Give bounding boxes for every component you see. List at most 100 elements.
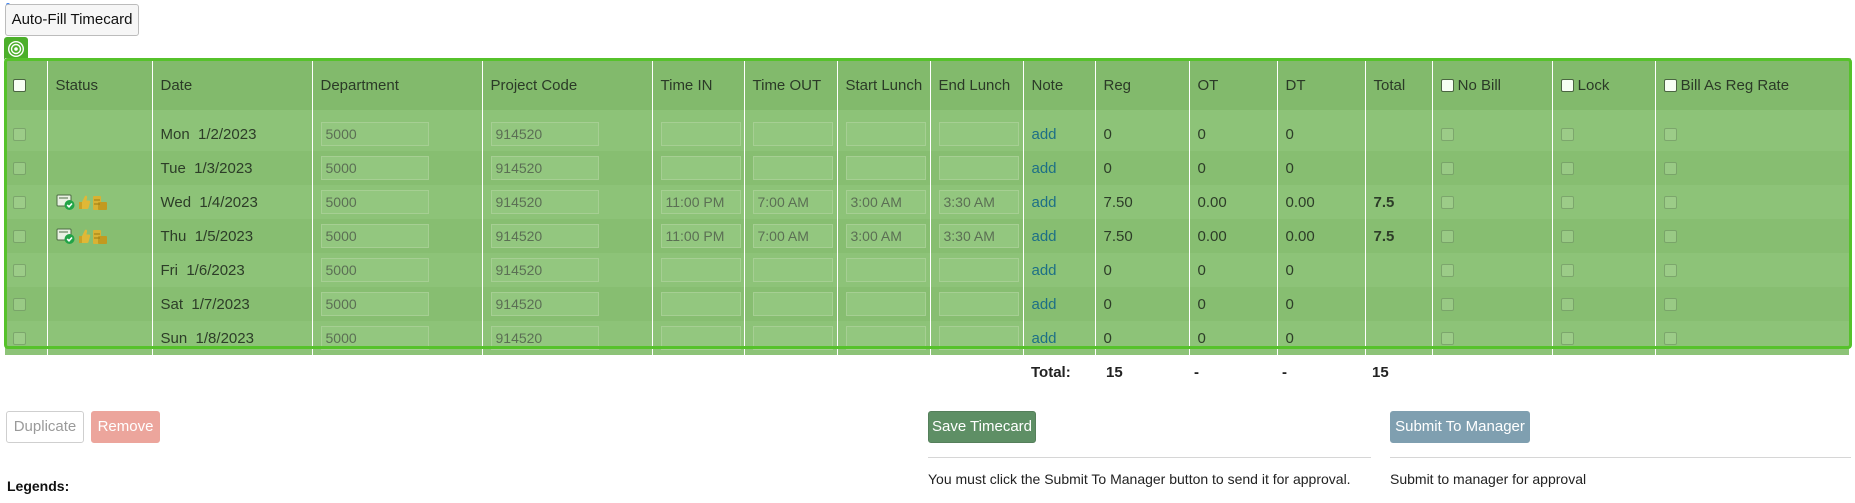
time-out-input[interactable] bbox=[752, 292, 833, 316]
time-in-input[interactable] bbox=[660, 326, 741, 350]
time-out-input[interactable] bbox=[752, 326, 833, 350]
dt-cell: 0 bbox=[1277, 151, 1366, 185]
dt-cell: 0 bbox=[1277, 321, 1366, 355]
end-lunch-input[interactable] bbox=[938, 292, 1019, 316]
bill-as-reg-all-checkbox[interactable] bbox=[1663, 79, 1677, 93]
time-out-input[interactable]: 7:00 AM bbox=[752, 224, 833, 248]
project-code-input[interactable]: 914520 bbox=[490, 292, 599, 316]
save-timecard-button[interactable]: Save Timecard bbox=[928, 411, 1036, 443]
project-code-input[interactable]: 914520 bbox=[490, 224, 599, 248]
row-checkbox[interactable] bbox=[13, 298, 26, 312]
submit-to-manager-button[interactable]: Submit To Manager bbox=[1390, 411, 1530, 443]
lock-checkbox[interactable] bbox=[1560, 196, 1574, 210]
add-note-link[interactable]: add bbox=[1032, 126, 1057, 143]
start-lunch-input[interactable] bbox=[845, 122, 926, 146]
department-input[interactable]: 5000 bbox=[320, 224, 429, 248]
end-lunch-input[interactable] bbox=[938, 326, 1019, 350]
time-in-input[interactable] bbox=[660, 292, 741, 316]
add-note-link[interactable]: add bbox=[1032, 330, 1057, 347]
lock-checkbox[interactable] bbox=[1560, 230, 1574, 244]
dt-cell: 0 bbox=[1277, 253, 1366, 287]
bill-as-reg-checkbox[interactable] bbox=[1663, 264, 1677, 278]
no-bill-checkbox[interactable] bbox=[1440, 298, 1454, 312]
row-checkbox[interactable] bbox=[13, 196, 26, 210]
start-lunch-input[interactable]: 3:00 AM bbox=[845, 190, 926, 214]
project-code-input[interactable]: 914520 bbox=[490, 190, 599, 214]
department-input[interactable]: 5000 bbox=[320, 292, 429, 316]
lock-checkbox[interactable] bbox=[1560, 298, 1574, 312]
lock-checkbox[interactable] bbox=[1560, 162, 1574, 176]
row-checkbox[interactable] bbox=[13, 332, 26, 346]
table-row: Tue 1/3/2023 5000 914520 add 0 0 0 bbox=[5, 151, 1850, 185]
bill-as-reg-checkbox[interactable] bbox=[1663, 298, 1677, 312]
add-note-link[interactable]: add bbox=[1032, 228, 1057, 245]
add-note-link[interactable]: add bbox=[1032, 194, 1057, 211]
timecard-approved-icon bbox=[56, 228, 74, 245]
project-code-input[interactable]: 914520 bbox=[490, 122, 599, 146]
lock-all-checkbox[interactable] bbox=[1560, 79, 1574, 93]
remove-button[interactable]: Remove bbox=[91, 411, 160, 443]
row-checkbox[interactable] bbox=[13, 128, 26, 142]
time-in-input[interactable]: 11:00 PM bbox=[660, 224, 741, 248]
total-reg: 15 bbox=[1106, 364, 1123, 381]
time-in-input[interactable] bbox=[660, 122, 741, 146]
time-out-input[interactable] bbox=[752, 156, 833, 180]
row-checkbox[interactable] bbox=[13, 264, 26, 278]
end-lunch-input[interactable] bbox=[938, 156, 1019, 180]
bill-as-reg-checkbox[interactable] bbox=[1663, 196, 1677, 210]
no-bill-checkbox[interactable] bbox=[1440, 264, 1454, 278]
status-cell bbox=[47, 287, 153, 321]
no-bill-checkbox[interactable] bbox=[1440, 230, 1454, 244]
project-code-input[interactable]: 914520 bbox=[490, 258, 599, 282]
time-in-input[interactable]: 11:00 PM bbox=[660, 190, 741, 214]
start-lunch-input[interactable] bbox=[845, 326, 926, 350]
time-out-input[interactable]: 7:00 AM bbox=[752, 190, 833, 214]
auto-fill-timecard-button[interactable]: Auto-Fill Timecard bbox=[5, 4, 139, 36]
lock-checkbox[interactable] bbox=[1560, 128, 1574, 142]
select-all-checkbox[interactable] bbox=[13, 79, 26, 93]
date-cell: Mon 1/2/2023 bbox=[152, 110, 313, 151]
bill-as-reg-checkbox[interactable] bbox=[1663, 230, 1677, 244]
row-checkbox[interactable] bbox=[13, 162, 26, 176]
start-lunch-input[interactable] bbox=[845, 156, 926, 180]
time-out-input[interactable] bbox=[752, 122, 833, 146]
total-dt: - bbox=[1282, 364, 1287, 381]
bill-as-reg-checkbox[interactable] bbox=[1663, 332, 1677, 346]
ot-cell: 0 bbox=[1189, 110, 1278, 151]
status-cell bbox=[47, 151, 153, 185]
start-lunch-input[interactable] bbox=[845, 258, 926, 282]
department-input[interactable]: 5000 bbox=[320, 122, 429, 146]
time-out-input[interactable] bbox=[752, 258, 833, 282]
no-bill-checkbox[interactable] bbox=[1440, 196, 1454, 210]
lock-checkbox[interactable] bbox=[1560, 264, 1574, 278]
no-bill-all-checkbox[interactable] bbox=[1440, 79, 1454, 93]
time-in-input[interactable] bbox=[660, 156, 741, 180]
lock-checkbox[interactable] bbox=[1560, 332, 1574, 346]
no-bill-checkbox[interactable] bbox=[1440, 332, 1454, 346]
column-header-time-in: Time IN bbox=[652, 60, 745, 110]
project-code-input[interactable]: 914520 bbox=[490, 326, 599, 350]
column-header-reg: Reg bbox=[1095, 60, 1190, 110]
department-input[interactable]: 5000 bbox=[320, 326, 429, 350]
end-lunch-input[interactable] bbox=[938, 258, 1019, 282]
add-note-link[interactable]: add bbox=[1032, 160, 1057, 177]
bill-as-reg-checkbox[interactable] bbox=[1663, 128, 1677, 142]
add-note-link[interactable]: add bbox=[1032, 262, 1057, 279]
bill-as-reg-checkbox[interactable] bbox=[1663, 162, 1677, 176]
add-note-link[interactable]: add bbox=[1032, 296, 1057, 313]
no-bill-checkbox[interactable] bbox=[1440, 128, 1454, 142]
date-cell: Tue 1/3/2023 bbox=[152, 151, 313, 185]
project-code-input[interactable]: 914520 bbox=[490, 156, 599, 180]
department-input[interactable]: 5000 bbox=[320, 258, 429, 282]
time-in-input[interactable] bbox=[660, 258, 741, 282]
row-checkbox[interactable] bbox=[13, 230, 26, 244]
start-lunch-input[interactable] bbox=[845, 292, 926, 316]
department-input[interactable]: 5000 bbox=[320, 156, 429, 180]
duplicate-button[interactable]: Duplicate bbox=[6, 411, 84, 443]
no-bill-checkbox[interactable] bbox=[1440, 162, 1454, 176]
end-lunch-input[interactable]: 3:30 AM bbox=[938, 224, 1019, 248]
end-lunch-input[interactable]: 3:30 AM bbox=[938, 190, 1019, 214]
department-input[interactable]: 5000 bbox=[320, 190, 429, 214]
end-lunch-input[interactable] bbox=[938, 122, 1019, 146]
start-lunch-input[interactable]: 3:00 AM bbox=[845, 224, 926, 248]
